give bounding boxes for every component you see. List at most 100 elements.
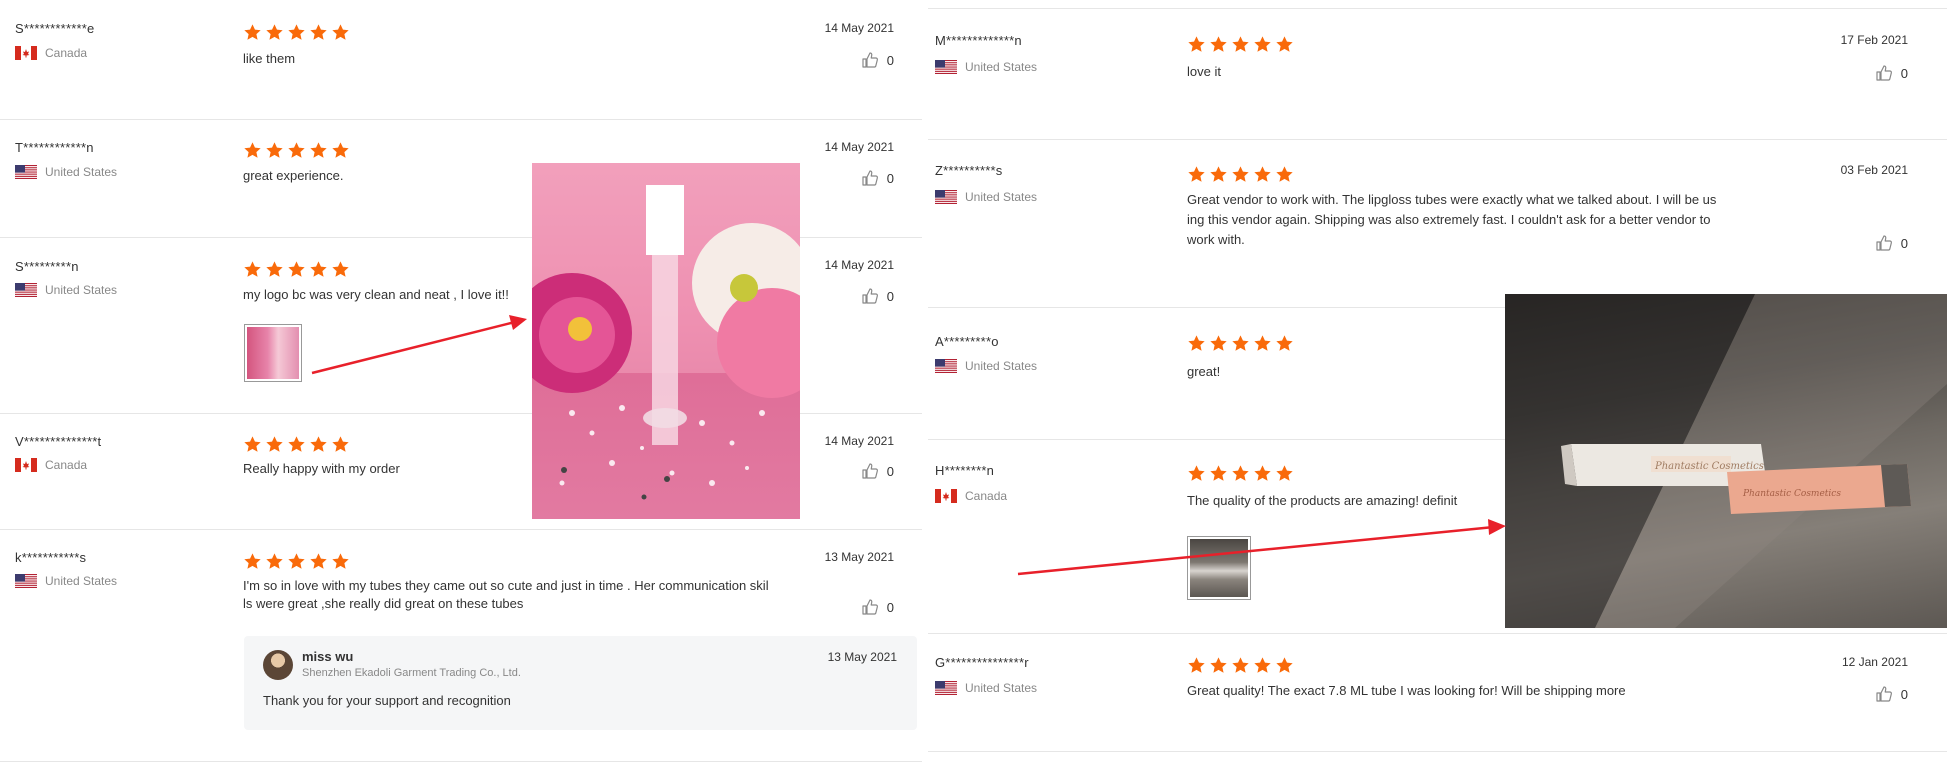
thumbs-up-icon bbox=[861, 51, 879, 69]
thumbs-up-icon bbox=[1875, 64, 1893, 82]
reviewer-country: Canada bbox=[935, 489, 1007, 503]
review-text: great experience. bbox=[243, 168, 344, 183]
star-icon bbox=[1253, 35, 1272, 54]
lipgloss-box-photo-illustration: Phantastic Cosmetics Phantastic Cosmetic… bbox=[1505, 294, 1947, 628]
review-photo-thumbnail[interactable] bbox=[1187, 536, 1251, 600]
helpful-button[interactable]: 0 bbox=[1875, 234, 1908, 252]
helpful-button[interactable]: 0 bbox=[1875, 64, 1908, 82]
reviewer-name: G***************r bbox=[935, 655, 1029, 670]
review-text-line: ing this vendor again. Shipping was also… bbox=[1187, 212, 1711, 227]
helpful-count: 0 bbox=[886, 599, 894, 615]
star-icon bbox=[1275, 656, 1294, 675]
star-icon bbox=[309, 23, 328, 42]
star-icon bbox=[1187, 464, 1206, 483]
star-icon bbox=[243, 23, 262, 42]
review-date: 14 May 2021 bbox=[824, 21, 894, 35]
country-label: Canada bbox=[45, 458, 88, 472]
review-text-line: ls were great ,she really did great on t… bbox=[243, 596, 524, 611]
helpful-count: 0 bbox=[1900, 65, 1908, 81]
star-icon bbox=[331, 260, 350, 279]
country-label: United States bbox=[45, 283, 118, 297]
star-icon bbox=[1253, 334, 1272, 353]
star-icon bbox=[1209, 334, 1228, 353]
reviews-panel-left: S************e Canada like them 14 May 2… bbox=[0, 0, 922, 762]
star-icon bbox=[1231, 165, 1250, 184]
review-item: S************e Canada like them 14 May 2… bbox=[0, 0, 922, 120]
country-label: United States bbox=[965, 190, 1038, 204]
seller-name: miss wu bbox=[302, 649, 354, 664]
helpful-button[interactable]: 0 bbox=[861, 287, 894, 305]
country-label: United States bbox=[45, 165, 118, 179]
reviews-panel-right: M*************n United States love it 17… bbox=[928, 0, 1947, 762]
star-rating bbox=[243, 23, 350, 42]
usa-flag-icon bbox=[15, 165, 37, 179]
usa-flag-icon bbox=[935, 681, 957, 695]
helpful-count: 0 bbox=[886, 170, 894, 186]
star-icon bbox=[265, 23, 284, 42]
review-text-line: I'm so in love with my tubes they came o… bbox=[243, 578, 769, 593]
helpful-button[interactable]: 0 bbox=[861, 169, 894, 187]
country-label: United States bbox=[965, 681, 1038, 695]
review-text: love it bbox=[1187, 64, 1221, 79]
reviewer-country: United States bbox=[935, 681, 1037, 695]
country-label: United States bbox=[965, 359, 1038, 373]
star-icon bbox=[1275, 165, 1294, 184]
reviewer-country: Canada bbox=[15, 458, 87, 472]
star-icon bbox=[1187, 165, 1206, 184]
canada-flag-icon bbox=[15, 458, 37, 472]
reviewer-country: United States bbox=[15, 574, 117, 588]
star-icon bbox=[309, 260, 328, 279]
helpful-button[interactable]: 0 bbox=[861, 51, 894, 69]
review-date: 14 May 2021 bbox=[824, 258, 894, 272]
star-icon bbox=[1275, 334, 1294, 353]
star-icon bbox=[243, 552, 262, 571]
review-date: 14 May 2021 bbox=[824, 140, 894, 154]
helpful-button[interactable]: 0 bbox=[1875, 685, 1908, 703]
review-text: great! bbox=[1187, 364, 1221, 379]
star-icon bbox=[331, 435, 350, 454]
star-icon bbox=[287, 552, 306, 571]
reviewer-name: S************e bbox=[15, 21, 95, 36]
star-icon bbox=[287, 435, 306, 454]
review-text: like them bbox=[243, 51, 296, 66]
country-label: United States bbox=[45, 574, 118, 588]
helpful-button[interactable]: 0 bbox=[861, 598, 894, 616]
enlarged-review-photo: Phantastic Cosmetics Phantastic Cosmetic… bbox=[1505, 294, 1947, 628]
star-icon bbox=[309, 552, 328, 571]
star-rating bbox=[1187, 334, 1294, 353]
box-brand-text: Phantastic Cosmetics bbox=[1654, 461, 1764, 472]
star-icon bbox=[1209, 165, 1228, 184]
review-item: G***************r United States Great qu… bbox=[928, 634, 1947, 752]
review-item: k***********s United States I'm so in lo… bbox=[0, 530, 922, 762]
review-date: 14 May 2021 bbox=[824, 434, 894, 448]
review-item: Z**********s United States Great vendor … bbox=[928, 140, 1947, 308]
star-icon bbox=[1253, 464, 1272, 483]
usa-flag-icon bbox=[935, 190, 957, 204]
review-text: Great quality! The exact 7.8 ML tube I w… bbox=[1187, 683, 1626, 698]
helpful-button[interactable]: 0 bbox=[861, 462, 894, 480]
thumbs-up-icon bbox=[1875, 685, 1893, 703]
usa-flag-icon bbox=[935, 60, 957, 74]
star-icon bbox=[1187, 334, 1206, 353]
review-date: 13 May 2021 bbox=[824, 550, 894, 564]
star-icon bbox=[1275, 35, 1294, 54]
star-icon bbox=[265, 141, 284, 160]
lipgloss-photo-illustration bbox=[532, 163, 800, 500]
star-icon bbox=[1231, 334, 1250, 353]
thumbs-up-icon bbox=[861, 169, 879, 187]
star-rating bbox=[243, 260, 350, 279]
star-icon bbox=[1209, 656, 1228, 675]
review-photo-thumbnail[interactable] bbox=[244, 324, 302, 382]
review-text: my logo bc was very clean and neat , I l… bbox=[243, 287, 509, 302]
star-rating bbox=[1187, 35, 1294, 54]
reply-date: 13 May 2021 bbox=[827, 650, 897, 664]
helpful-count: 0 bbox=[886, 288, 894, 304]
seller-reply: miss wu Shenzhen Ekadoli Garment Trading… bbox=[244, 636, 917, 730]
star-icon bbox=[265, 435, 284, 454]
reviewer-country: Canada bbox=[15, 46, 87, 60]
reviewer-name: M*************n bbox=[935, 33, 1022, 48]
star-rating bbox=[1187, 656, 1294, 675]
canada-flag-icon bbox=[15, 46, 37, 60]
thumbs-up-icon bbox=[861, 462, 879, 480]
star-icon bbox=[265, 552, 284, 571]
